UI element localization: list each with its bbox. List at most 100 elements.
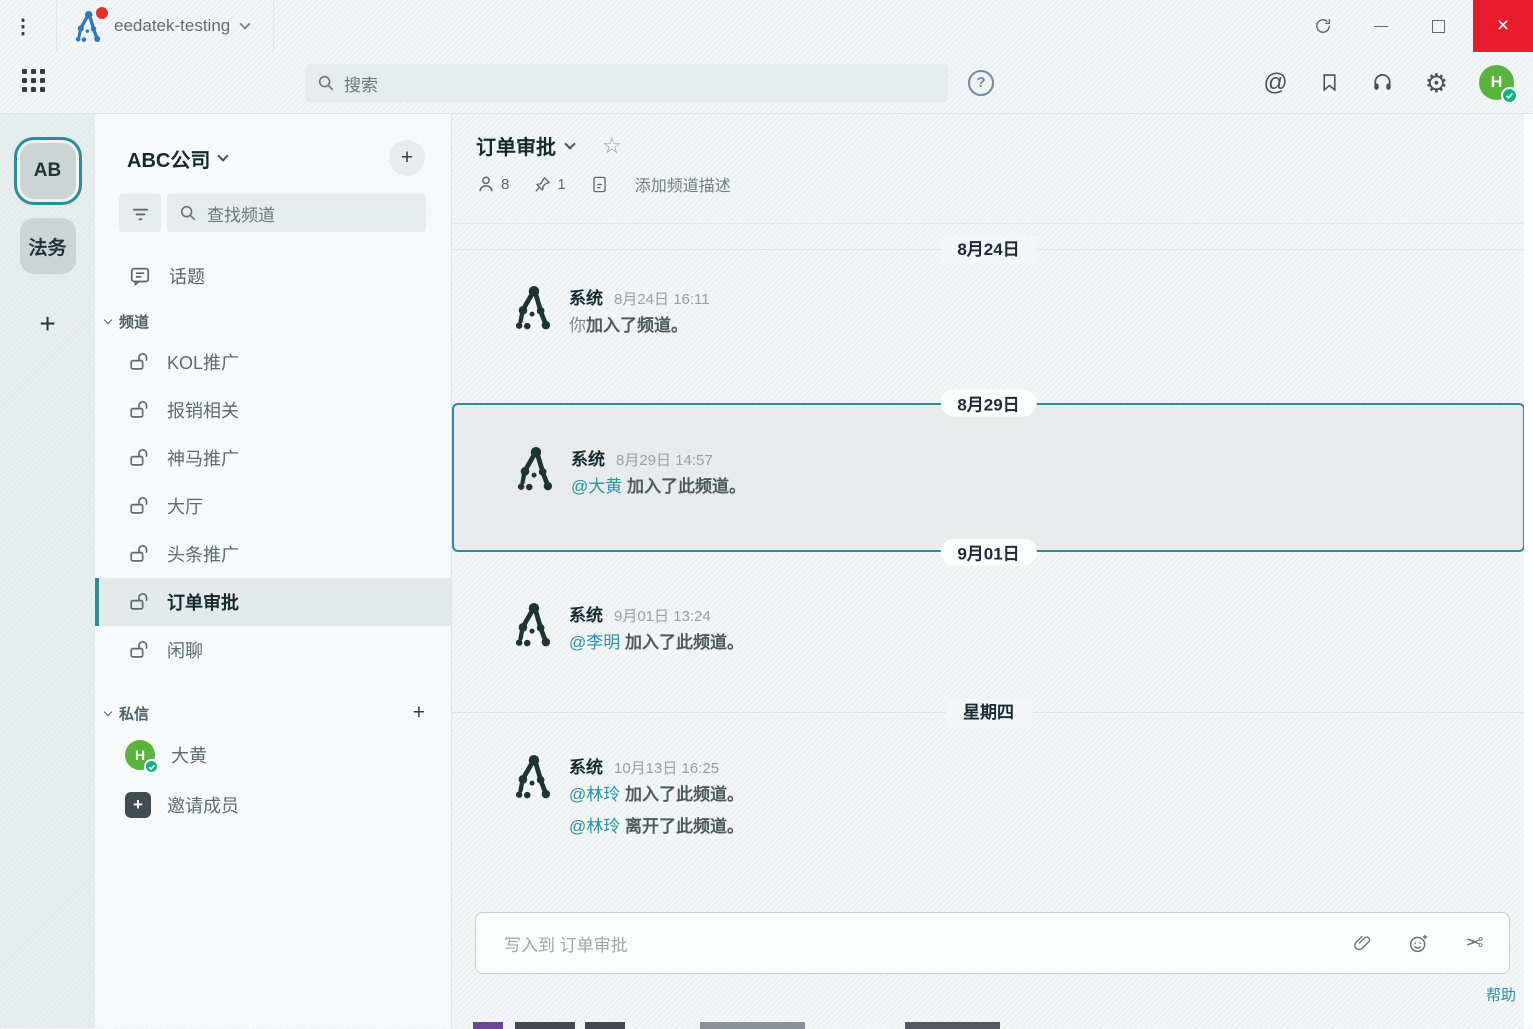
favorite-channel-button[interactable]: ☆ bbox=[602, 135, 622, 157]
settings-button[interactable]: ⚙ bbox=[1425, 70, 1448, 96]
user-avatar: H bbox=[125, 740, 155, 770]
dm-item[interactable]: H 大黄 bbox=[95, 730, 451, 780]
channel-name: 订单审批 bbox=[167, 589, 239, 615]
system-avatar-icon bbox=[512, 601, 554, 647]
message-text: 你加入了频道。 bbox=[569, 310, 710, 342]
text-segment: 加入了此频道。 bbox=[620, 633, 744, 652]
help-row: 帮助 bbox=[452, 984, 1516, 1006]
team-list: AB 法务 bbox=[0, 143, 95, 274]
channel-name: 闲聊 bbox=[167, 637, 203, 663]
emoji-picker-button[interactable] bbox=[1408, 933, 1429, 954]
system-avatar-icon bbox=[514, 445, 556, 491]
channels-section-header[interactable]: 频道 bbox=[95, 304, 451, 338]
help-button[interactable]: ? bbox=[968, 70, 994, 96]
saved-posts-button[interactable] bbox=[1319, 72, 1340, 93]
search-input[interactable]: 搜索 bbox=[305, 64, 948, 102]
channel-members-button[interactable]: 8 bbox=[476, 174, 509, 194]
system-avatar-icon bbox=[512, 753, 554, 799]
channel-filter-button[interactable] bbox=[119, 194, 161, 232]
apps-grid-button[interactable] bbox=[22, 69, 45, 97]
scissors-button[interactable]: ✂ bbox=[1465, 932, 1483, 954]
channel-item[interactable]: 神马推广 bbox=[95, 434, 451, 482]
channel-item[interactable]: 订单审批 bbox=[95, 578, 451, 626]
add-channel-description-button[interactable]: 添加频道描述 bbox=[635, 172, 731, 196]
message-text: @李明 加入了此频道。 bbox=[569, 627, 744, 659]
text-segment: 加入了频道。 bbox=[586, 316, 688, 335]
date-divider-label: 9月01日 bbox=[940, 539, 1036, 566]
user-menu-avatar[interactable]: H bbox=[1479, 65, 1514, 100]
close-button[interactable]: × bbox=[1473, 0, 1533, 52]
message-sender[interactable]: 系统 bbox=[569, 284, 603, 309]
message-text: @林玲 加入了此频道。 bbox=[569, 779, 744, 811]
find-channel-input[interactable]: 查找频道 bbox=[167, 194, 426, 232]
online-status-icon bbox=[144, 759, 159, 774]
dm-label: 邀请成员 bbox=[167, 792, 239, 818]
message-scrollbar-track[interactable] bbox=[1524, 114, 1533, 1028]
channel-search-row: 查找频道 bbox=[119, 194, 426, 232]
channel-files-button[interactable] bbox=[590, 175, 609, 194]
refresh-button[interactable] bbox=[1300, 0, 1346, 52]
app-menu-button[interactable]: ⋮ bbox=[0, 0, 46, 52]
chevron-down-icon[interactable] bbox=[564, 138, 575, 149]
mention-link[interactable]: @李明 bbox=[569, 633, 620, 652]
date-divider-label: 8月29日 bbox=[940, 390, 1036, 417]
attach-file-button[interactable] bbox=[1352, 933, 1372, 953]
channel-name: KOL推广 bbox=[167, 349, 239, 375]
dm-label: 大黄 bbox=[171, 742, 207, 768]
system-message: 系统8月29日 14:57@大黄 加入了此频道。 bbox=[454, 445, 1523, 503]
channel-item[interactable]: 大厅 bbox=[95, 482, 451, 530]
channel-toolbar: 订单审批 ☆ 8 1 bbox=[452, 114, 1533, 224]
channel-item[interactable]: 闲聊 bbox=[95, 626, 451, 674]
pinned-messages-button[interactable]: 1 bbox=[533, 175, 565, 194]
message-sender[interactable]: 系统 bbox=[569, 753, 603, 778]
add-dm-button[interactable]: + bbox=[413, 701, 425, 725]
threads-label: 话题 bbox=[169, 263, 205, 289]
date-divider-label: 星期四 bbox=[946, 699, 1031, 727]
invite-members-item[interactable]: + 邀请成员 bbox=[95, 780, 451, 830]
open-lock-icon bbox=[128, 639, 150, 661]
add-channel-button[interactable]: + bbox=[389, 140, 425, 176]
channel-item[interactable]: KOL推广 bbox=[95, 338, 451, 386]
system-message: 系统9月01日 13:24@李明 加入了此频道。 bbox=[452, 601, 1533, 659]
find-channel-placeholder: 查找频道 bbox=[207, 201, 275, 226]
channel-name: 头条推广 bbox=[167, 541, 239, 567]
channel-item[interactable]: 头条推广 bbox=[95, 530, 451, 578]
server-switcher[interactable]: eedatek-testing bbox=[56, 0, 274, 52]
team-item[interactable]: AB bbox=[20, 143, 76, 199]
text-segment: 离开了此频道。 bbox=[620, 817, 744, 836]
help-link[interactable]: 帮助 bbox=[1486, 987, 1516, 1004]
team-item[interactable]: 法务 bbox=[20, 218, 76, 274]
maximize-button[interactable] bbox=[1415, 0, 1461, 52]
team-header: ABC公司 + bbox=[95, 114, 451, 176]
pinned-count: 1 bbox=[557, 176, 565, 193]
bookmark-icon bbox=[1319, 72, 1340, 93]
mention-link[interactable]: @大黄 bbox=[571, 477, 622, 496]
message-sender[interactable]: 系统 bbox=[571, 445, 605, 470]
headset-button[interactable] bbox=[1371, 71, 1394, 94]
add-team-button[interactable]: + bbox=[0, 308, 95, 340]
message-sender[interactable]: 系统 bbox=[569, 601, 603, 626]
server-name: eedatek-testing bbox=[114, 16, 230, 36]
chevron-down-icon[interactable] bbox=[218, 150, 229, 161]
message-composer[interactable]: 写入到 订单审批 ✂ bbox=[475, 912, 1510, 974]
sidebar-item-threads[interactable]: 话题 bbox=[95, 254, 451, 298]
mention-link[interactable]: @林玲 bbox=[569, 785, 620, 804]
member-count: 8 bbox=[501, 176, 509, 193]
open-lock-icon bbox=[128, 543, 150, 565]
team-name[interactable]: ABC公司 bbox=[127, 144, 210, 173]
channels-section-label: 频道 bbox=[119, 311, 149, 332]
headphones-icon bbox=[1371, 71, 1394, 94]
main-panel: 订单审批 ☆ 8 1 bbox=[452, 114, 1533, 1028]
pin-icon bbox=[533, 175, 552, 194]
mention-link[interactable]: @林玲 bbox=[569, 817, 620, 836]
minimize-button[interactable] bbox=[1369, 0, 1415, 52]
channel-title[interactable]: 订单审批 bbox=[476, 131, 556, 160]
mentions-button[interactable]: @ bbox=[1263, 69, 1287, 97]
team-avatar: 法务 bbox=[20, 218, 76, 274]
system-message: 系统10月13日 16:25@林玲 加入了此频道。@林玲 离开了此频道。 bbox=[452, 753, 1533, 843]
invite-plus-icon: + bbox=[125, 792, 151, 818]
dm-section-header[interactable]: 私信 + bbox=[95, 696, 451, 730]
message-timestamp: 8月29日 14:57 bbox=[616, 449, 713, 470]
channel-item[interactable]: 报销相关 bbox=[95, 386, 451, 434]
open-lock-icon bbox=[128, 351, 150, 373]
